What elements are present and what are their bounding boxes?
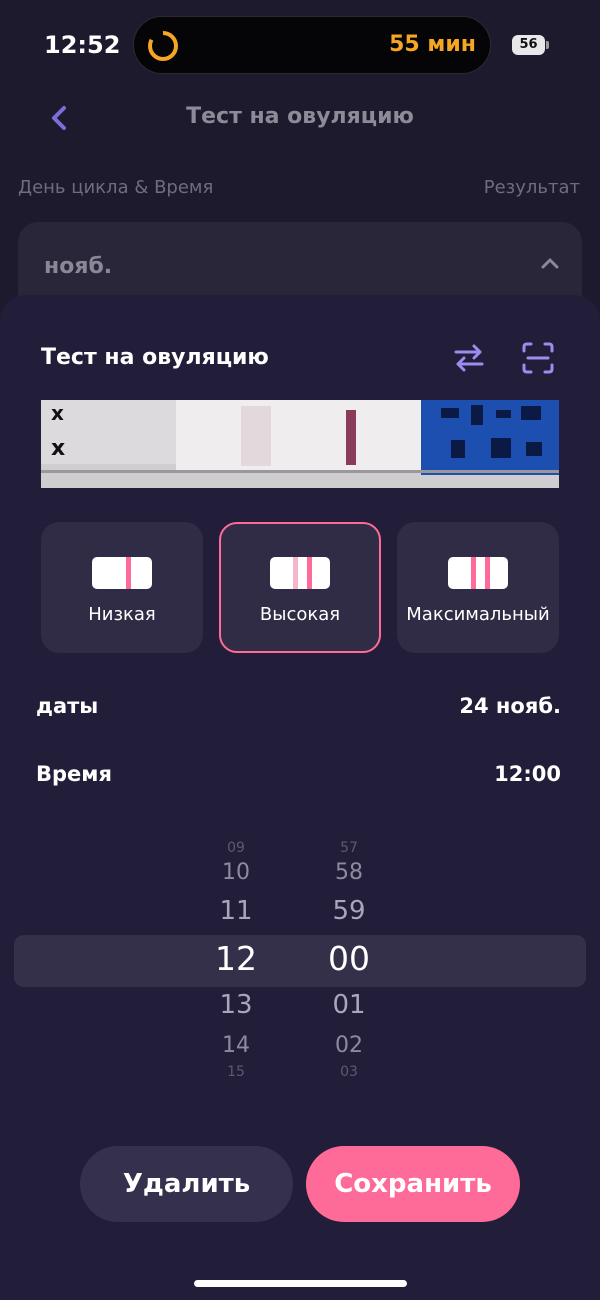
- time-picker[interactable]: 09 10 11 12 13 14 15 57 58 59 00 01 02 0…: [0, 830, 600, 1090]
- hour-item[interactable]: 13: [196, 990, 276, 1020]
- hour-item[interactable]: 11: [196, 896, 276, 926]
- edit-test-sheet: Тест на овуляцию x x Низкая Высокая Макс…: [0, 295, 600, 1300]
- result-level-selector: Низкая Высокая Максимальный: [41, 522, 559, 653]
- time-row[interactable]: Время 12:00: [36, 762, 561, 802]
- chevron-up-icon[interactable]: [538, 252, 562, 276]
- battery-level: 56: [512, 35, 545, 55]
- test-strip-image: x x: [41, 400, 559, 488]
- timer-text: 55 мин: [389, 32, 476, 57]
- hour-wheel[interactable]: 09 10 11 12 13 14 15: [196, 830, 276, 1090]
- minute-item[interactable]: 01: [309, 990, 389, 1020]
- level-option-low[interactable]: Низкая: [41, 522, 203, 653]
- level-option-high[interactable]: Высокая: [219, 522, 381, 653]
- timer-icon: [148, 30, 178, 61]
- home-indicator[interactable]: [194, 1280, 407, 1287]
- save-button[interactable]: Сохранить: [306, 1146, 520, 1222]
- column-header-cycle: День цикла & Время: [18, 177, 214, 198]
- strip-max-icon: [448, 557, 508, 589]
- hour-item[interactable]: 09: [196, 840, 276, 856]
- hour-item[interactable]: 14: [196, 1033, 276, 1058]
- date-label: даты: [36, 694, 99, 718]
- level-label-max: Максимальный: [406, 604, 550, 625]
- svg-text:x: x: [51, 401, 64, 425]
- minute-item[interactable]: 58: [309, 860, 389, 885]
- dynamic-island[interactable]: 55 мин: [133, 16, 491, 74]
- hour-item[interactable]: 15: [196, 1064, 276, 1080]
- minute-item[interactable]: 57: [309, 840, 389, 856]
- nav-header: Тест на овуляцию: [0, 90, 600, 150]
- delete-button[interactable]: Удалить: [80, 1146, 293, 1222]
- minute-item[interactable]: 02: [309, 1033, 389, 1058]
- strip-low-icon: [92, 557, 152, 589]
- status-bar: 12:52 55 мин 56: [0, 0, 600, 90]
- date-value: 24 нояб.: [459, 694, 561, 718]
- minute-item[interactable]: 59: [309, 896, 389, 926]
- date-row[interactable]: даты 24 нояб.: [36, 694, 561, 734]
- picker-selection-band: [14, 935, 586, 987]
- hour-item[interactable]: 10: [196, 860, 276, 885]
- column-header-result: Результат: [483, 177, 580, 198]
- page-title: Тест на овуляцию: [186, 104, 414, 129]
- time-label: Время: [36, 762, 112, 786]
- sheet-title: Тест на овуляцию: [41, 345, 269, 370]
- strip-high-icon: [270, 557, 330, 589]
- test-strip-photo: x x: [41, 400, 559, 488]
- status-time: 12:52: [44, 31, 121, 59]
- level-label-high: Высокая: [259, 604, 341, 625]
- scan-icon[interactable]: [520, 340, 556, 376]
- swap-icon[interactable]: [452, 341, 486, 375]
- svg-text:x: x: [51, 436, 65, 461]
- level-option-max[interactable]: Максимальный: [397, 522, 559, 653]
- level-label-low: Низкая: [88, 604, 156, 625]
- minute-item-selected[interactable]: 00: [309, 939, 389, 978]
- month-label: нояб.: [44, 254, 113, 279]
- time-value: 12:00: [494, 762, 561, 786]
- minute-item[interactable]: 03: [309, 1064, 389, 1080]
- hour-item-selected[interactable]: 12: [196, 939, 276, 978]
- minute-wheel[interactable]: 57 58 59 00 01 02 03: [309, 830, 389, 1090]
- battery-icon: 56: [512, 35, 549, 55]
